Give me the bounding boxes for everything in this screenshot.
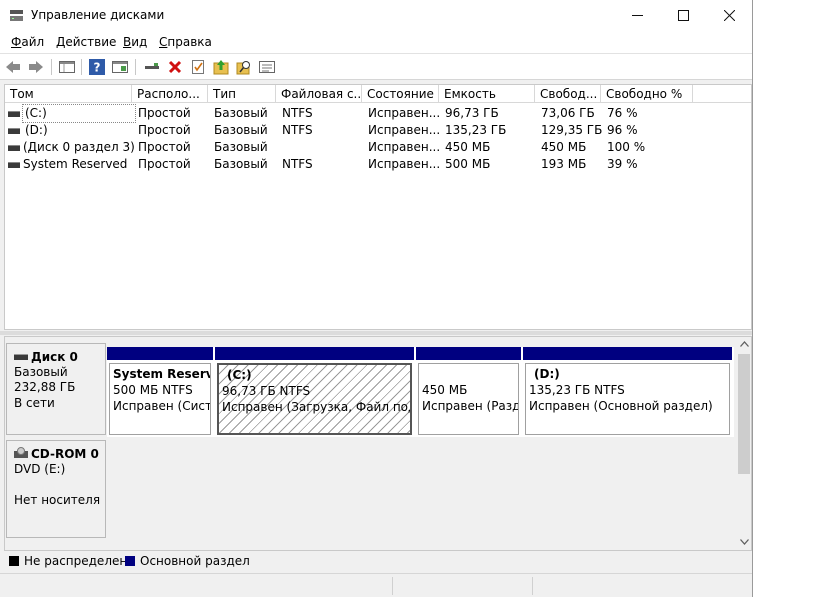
cdrom-0-type: DVD (E:) — [14, 462, 66, 476]
partition-c[interactable]: (C:) 96,73 ГБ NTFS Исправен (Загрузка, Ф… — [215, 347, 414, 437]
partition-system-reserved[interactable]: System Reserve 500 МБ NTFS Исправен (Сис… — [107, 347, 213, 437]
toolbar-separator — [135, 59, 136, 75]
help-button[interactable]: ? — [88, 58, 106, 76]
column-header-capacity[interactable]: Емкость — [439, 85, 535, 103]
primary-partition-bar — [215, 347, 414, 360]
check-icon — [192, 60, 204, 74]
console-tree-button[interactable] — [58, 58, 76, 76]
legend-label-unallocated: Не распределена — [24, 554, 135, 568]
primary-partition-bar — [523, 347, 732, 360]
cdrom-0-area — [107, 440, 734, 538]
volume-icon — [8, 162, 20, 168]
cdrom-0-label[interactable]: CD-ROM 0 DVD (E:) Нет носителя — [6, 440, 106, 538]
toolbar-separator — [51, 59, 52, 75]
folder-up-icon — [213, 60, 229, 75]
legend-label-primary: Основной раздел — [140, 554, 250, 568]
maximize-icon — [677, 10, 689, 21]
check-button[interactable] — [189, 58, 207, 76]
table-row[interactable]: (D:) Простой Базовый NTFS Исправен... 13… — [5, 122, 751, 139]
column-header-filesystem[interactable]: Файловая с... — [276, 85, 362, 103]
column-header-status[interactable]: Состояние — [362, 85, 439, 103]
scroll-down-icon[interactable] — [740, 539, 749, 545]
properties-button[interactable] — [111, 58, 129, 76]
toolbar-separator — [81, 59, 82, 75]
title-bar: Управление дисками — [0, 0, 752, 31]
cdrom-0-name: CD-ROM 0 — [31, 447, 99, 461]
status-divider — [392, 577, 393, 595]
primary-partition-bar — [416, 347, 521, 360]
search-button[interactable] — [235, 58, 253, 76]
column-header-free-percent[interactable]: Свободно % — [601, 85, 693, 103]
connect-icon — [145, 63, 159, 69]
column-header-type[interactable]: Тип — [208, 85, 276, 103]
menu-bar: Файл Действие Вид Справка — [0, 31, 752, 53]
scroll-up-icon[interactable] — [740, 341, 749, 347]
maximize-button[interactable] — [660, 0, 706, 31]
back-icon — [6, 61, 20, 73]
partition-d[interactable]: (D:) 135,23 ГБ NTFS Исправен (Основной р… — [523, 347, 732, 437]
legend: Не распределена Основной раздел — [4, 551, 752, 572]
column-header-volume[interactable]: Том — [5, 85, 132, 103]
status-bar — [0, 573, 752, 597]
close-button[interactable] — [706, 0, 752, 31]
list-icon — [259, 61, 275, 73]
svg-text:?: ? — [94, 61, 101, 75]
column-header-layout[interactable]: Располо... — [132, 85, 208, 103]
disk-0-name: Диск 0 — [31, 350, 78, 364]
back-button[interactable] — [4, 58, 22, 76]
disk-0-partitions: System Reserve 500 МБ NTFS Исправен (Сис… — [107, 347, 734, 437]
search-icon — [236, 61, 250, 75]
table-row[interactable]: System Reserved Простой Базовый NTFS Исп… — [5, 156, 751, 173]
pane-splitter[interactable] — [0, 331, 752, 335]
cdrom-0-state: Нет носителя — [14, 493, 101, 507]
table-row[interactable]: (C:) Простой Базовый NTFS Исправен... 96… — [5, 104, 751, 123]
partition-disk0-part3[interactable]: 450 МБ Исправен (Разде — [416, 347, 521, 437]
menu-help[interactable]: Справка — [159, 35, 212, 49]
legend-swatch-primary — [125, 556, 135, 566]
forward-icon — [29, 61, 43, 73]
toolbar: ? — [0, 53, 752, 80]
disk-0-size: 232,88 ГБ — [14, 380, 76, 394]
delete-icon — [168, 60, 182, 74]
table-row[interactable]: (Диск 0 раздел 3) Простой Базовый Исправ… — [5, 139, 751, 156]
column-header-filler — [693, 85, 751, 103]
disk-graphical-view: Диск 0 Базовый 232,88 ГБ В сети System R… — [4, 336, 752, 551]
delete-button[interactable] — [166, 58, 184, 76]
disk-0-label[interactable]: Диск 0 Базовый 232,88 ГБ В сети — [6, 343, 106, 435]
volume-list[interactable]: Том Располо... Тип Файловая с... Состоян… — [4, 84, 752, 330]
list-view-button[interactable] — [258, 58, 276, 76]
forward-button[interactable] — [27, 58, 45, 76]
menu-view[interactable]: Вид — [123, 35, 147, 49]
scroll-thumb[interactable] — [738, 354, 750, 474]
close-icon — [723, 10, 735, 21]
connect-button[interactable] — [143, 58, 161, 76]
help-icon: ? — [89, 59, 105, 75]
cdrom-icon — [14, 447, 28, 458]
menu-action[interactable]: Действие — [56, 35, 116, 49]
minimize-icon — [631, 15, 643, 16]
properties-icon — [112, 61, 128, 73]
menu-file[interactable]: Файл — [11, 35, 44, 49]
minimize-button[interactable] — [614, 0, 660, 31]
vertical-scrollbar[interactable] — [737, 337, 751, 550]
window-title: Управление дисками — [31, 8, 165, 22]
volume-icon — [8, 128, 20, 134]
console-icon — [59, 61, 75, 73]
disk-management-window: Управление дисками Файл Действие Вид Спр… — [0, 0, 753, 597]
primary-partition-bar — [107, 347, 213, 360]
volume-icon — [8, 145, 20, 151]
folder-up-button[interactable] — [212, 58, 230, 76]
disk-0-type: Базовый — [14, 365, 68, 379]
volume-icon — [8, 111, 20, 117]
disk-icon — [14, 354, 28, 360]
status-divider — [532, 577, 533, 595]
legend-swatch-unallocated — [9, 556, 19, 566]
disk-management-icon — [10, 10, 23, 21]
column-header-free[interactable]: Свобод... — [535, 85, 601, 103]
disk-0-state: В сети — [14, 396, 55, 410]
